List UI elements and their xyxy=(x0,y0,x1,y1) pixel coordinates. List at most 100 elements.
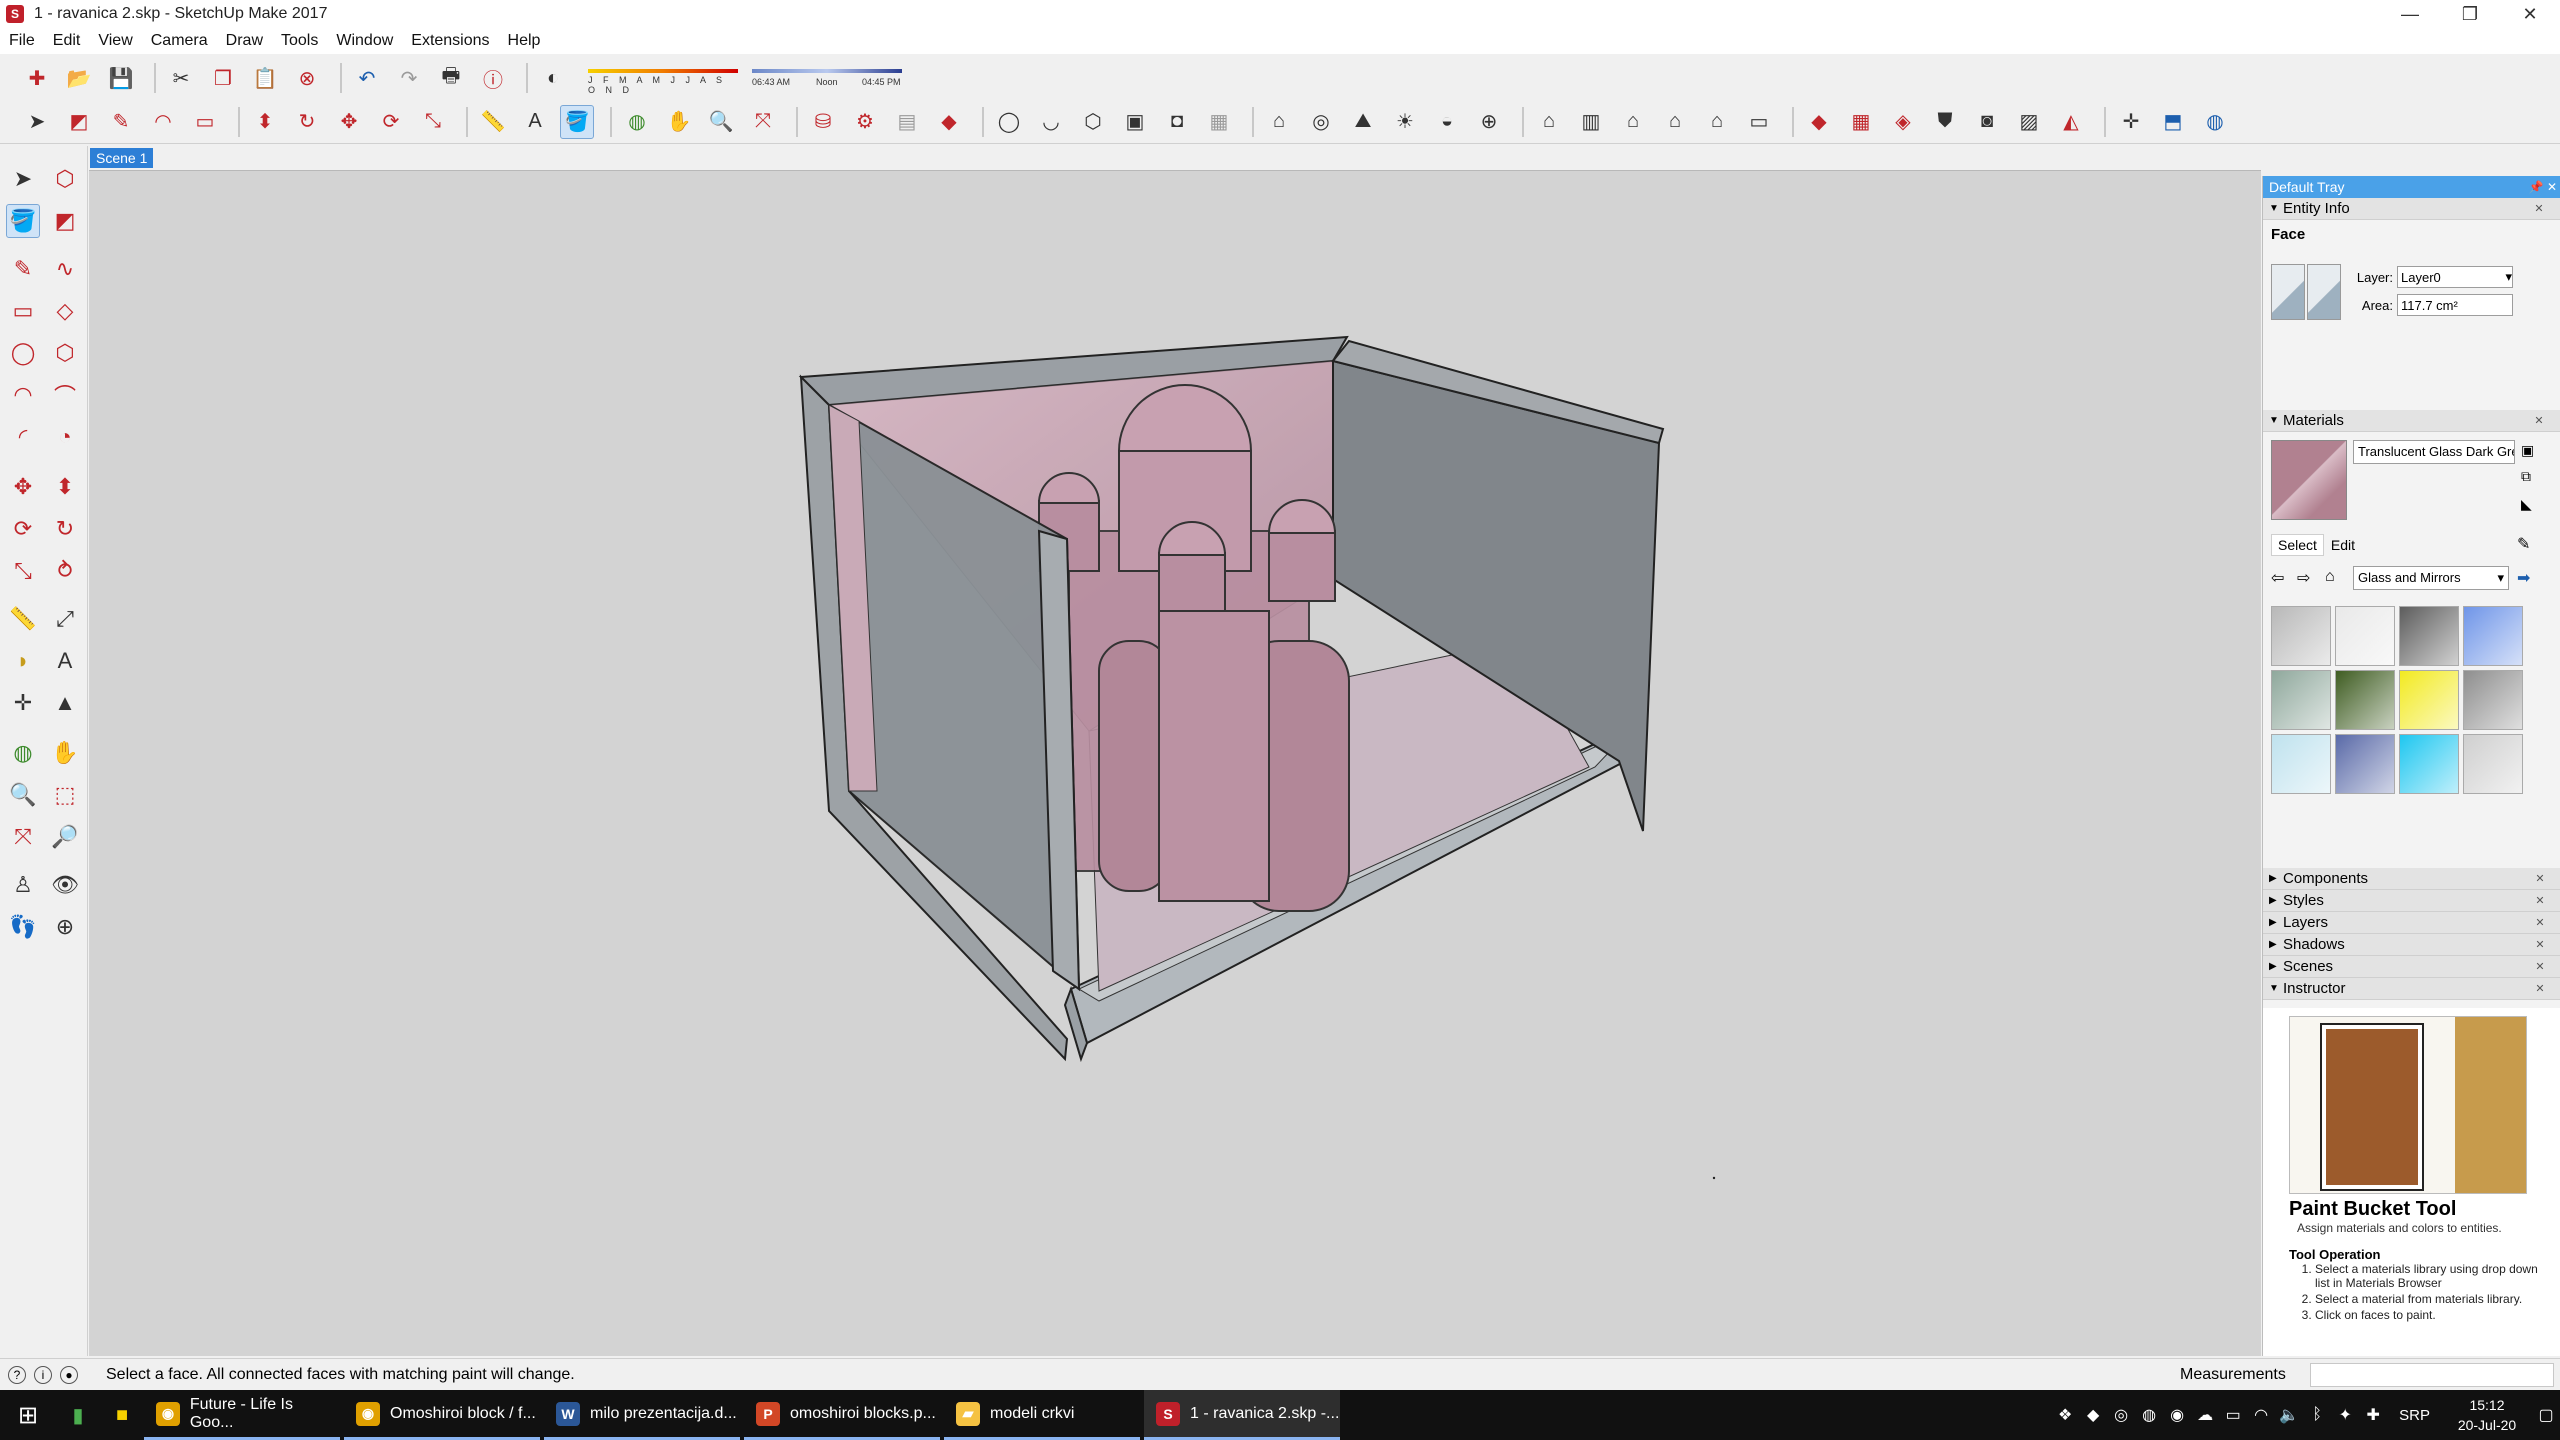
menu-tools[interactable]: Tools xyxy=(272,32,327,50)
smoove-icon[interactable]: ◈ xyxy=(1886,105,1920,139)
menu-view[interactable]: View xyxy=(89,32,141,50)
user-icon[interactable]: ● xyxy=(60,1365,78,1384)
material-swatch[interactable] xyxy=(2399,670,2459,730)
select-tool-icon[interactable]: ➤ xyxy=(6,162,40,196)
move-tool-icon[interactable]: ✥ xyxy=(6,470,40,504)
sample-paint-icon[interactable]: ◣ xyxy=(2521,496,2532,513)
language-indicator[interactable]: SRP xyxy=(2399,1407,2430,1424)
antivirus-icon[interactable]: ✚ xyxy=(2359,1405,2387,1425)
back-arrow-icon[interactable]: ⇦ xyxy=(2271,568,2284,588)
left-view-icon[interactable]: ▭ xyxy=(1742,105,1776,139)
text-tool-icon[interactable]: A xyxy=(518,105,552,139)
position-camera-icon[interactable]: ⛰ xyxy=(1346,105,1380,139)
panel-close-icon[interactable]: ✕ xyxy=(2532,201,2546,215)
orbit-tool-icon[interactable]: ◍ xyxy=(6,736,40,770)
panel-close-icon[interactable]: ✕ xyxy=(2533,981,2547,995)
task-view-icon[interactable]: ▮ xyxy=(56,1390,100,1440)
axes-icon[interactable]: ✛ xyxy=(2114,105,2148,139)
zoom-tool-icon[interactable]: 🔍 xyxy=(704,105,738,139)
open-file-icon[interactable]: 📂 xyxy=(62,61,96,95)
paste-icon[interactable]: 📋 xyxy=(248,61,282,95)
freehand-tool-icon[interactable]: ∿ xyxy=(48,252,82,286)
rotate-tool-icon[interactable]: ⟳ xyxy=(6,512,40,546)
menu-camera[interactable]: Camera xyxy=(142,32,217,50)
axes-tool-icon[interactable]: ✛ xyxy=(6,686,40,720)
menu-extensions[interactable]: Extensions xyxy=(402,32,498,50)
send-to-layout-icon[interactable]: ▤ xyxy=(890,105,924,139)
push-pull-tool-icon[interactable]: ⬍ xyxy=(248,105,282,139)
three-point-arc-icon[interactable]: ◜ xyxy=(6,420,40,454)
back-view-icon[interactable]: ⌂ xyxy=(1700,105,1734,139)
shaded-with-textures-icon[interactable]: ▦ xyxy=(1202,105,1236,139)
components-header[interactable]: ▶ Components ✕ xyxy=(2263,868,2560,890)
3d-warehouse-icon[interactable]: ⛁ xyxy=(806,105,840,139)
sticky-notes-icon[interactable]: ■ xyxy=(100,1390,144,1440)
materials-header[interactable]: ▼ Materials ✕ xyxy=(2263,410,2560,432)
battery-icon[interactable]: ▭ xyxy=(2219,1405,2247,1425)
sandbox-icon[interactable]: ⌂ xyxy=(1262,105,1296,139)
previous-view-icon[interactable]: 🔎 xyxy=(48,820,82,854)
material-swatch[interactable] xyxy=(2335,670,2395,730)
undo-icon[interactable]: ↶ xyxy=(350,61,384,95)
make-component-icon[interactable]: ⬡ xyxy=(48,162,82,196)
right-view-icon[interactable]: ⌂ xyxy=(1658,105,1692,139)
material-name-field[interactable]: Translucent Glass Dark Gre xyxy=(2353,440,2515,464)
taskbar-item[interactable]: ◉ Omoshiroi block / f... xyxy=(344,1390,540,1440)
create-material-icon[interactable]: ▣ xyxy=(2521,442,2534,459)
tab-select[interactable]: Select xyxy=(2271,534,2324,556)
section-plane-icon[interactable]: ◎ xyxy=(1304,105,1338,139)
dimension-tool-icon[interactable]: ⤢ xyxy=(48,602,82,636)
material-swatch[interactable] xyxy=(2463,670,2523,730)
material-swatch[interactable] xyxy=(2271,670,2331,730)
rectangle-tool-icon[interactable]: ▭ xyxy=(188,105,222,139)
taskbar-item[interactable]: ◉ Future - Life Is Goo... xyxy=(144,1390,340,1440)
print-icon[interactable]: 🖶 xyxy=(434,61,468,95)
line-tool-icon[interactable]: ✎ xyxy=(104,105,138,139)
windows-start-icon[interactable]: ⊞ xyxy=(0,1390,56,1440)
tray-pin-icon[interactable]: 📌 xyxy=(2528,180,2544,194)
clock[interactable]: 15:12 20-Jul-20 xyxy=(2442,1395,2532,1435)
network-app-icon[interactable]: ◆ xyxy=(2079,1405,2107,1425)
polygon-tool-icon[interactable]: ⬡ xyxy=(48,336,82,370)
offset-tool-icon[interactable]: ⥁ xyxy=(48,554,82,588)
material-library-select[interactable]: Glass and Mirrors ▾ xyxy=(2353,566,2509,590)
move-tool-icon[interactable]: ✥ xyxy=(332,105,366,139)
panel-close-icon[interactable]: ✕ xyxy=(2533,915,2547,929)
measurements-input[interactable] xyxy=(2310,1363,2554,1387)
zoom-extents-icon[interactable]: ⤧ xyxy=(6,820,40,854)
panel-close-icon[interactable]: ✕ xyxy=(2533,893,2547,907)
cut-icon[interactable]: ✂ xyxy=(164,61,198,95)
credits-icon[interactable]: i xyxy=(34,1365,52,1384)
taskbar-item[interactable]: P omoshiroi blocks.p... xyxy=(744,1390,940,1440)
save-icon[interactable]: 💾 xyxy=(104,61,138,95)
scenes-header[interactable]: ▶ Scenes ✕ xyxy=(2263,956,2560,978)
menu-help[interactable]: Help xyxy=(499,32,550,50)
layers-header[interactable]: ▶ Layers ✕ xyxy=(2263,912,2560,934)
back-edges-style-icon[interactable]: ◡ xyxy=(1034,105,1068,139)
tray-close-icon[interactable]: ✕ xyxy=(2544,180,2560,194)
material-swatch[interactable] xyxy=(2271,734,2331,794)
walk-icon[interactable]: ☀ xyxy=(1388,105,1422,139)
viber-icon[interactable]: ◎ xyxy=(2107,1405,2135,1425)
instructor-header[interactable]: ▼ Instructor ✕ xyxy=(2263,978,2560,1000)
forward-arrow-icon[interactable]: ⇨ xyxy=(2297,568,2310,588)
wifi-icon[interactable]: ◠ xyxy=(2247,1405,2275,1425)
new-file-icon[interactable]: ✚ xyxy=(20,61,54,95)
back-face-material-swatch[interactable] xyxy=(2307,264,2341,320)
circle-tool-icon[interactable]: ◯ xyxy=(6,336,40,370)
model-info-icon[interactable]: ⓘ xyxy=(476,61,510,95)
scale-tool-icon[interactable]: ⤡ xyxy=(6,554,40,588)
material-swatch[interactable] xyxy=(2335,734,2395,794)
material-swatch[interactable] xyxy=(2399,734,2459,794)
home-icon[interactable]: ⌂ xyxy=(2325,568,2335,586)
paint-bucket-tool-icon[interactable]: 🪣 xyxy=(560,104,594,139)
eraser-tool-icon[interactable]: ◩ xyxy=(62,105,96,139)
material-swatch[interactable] xyxy=(2271,606,2331,666)
material-swatch[interactable] xyxy=(2335,606,2395,666)
eyedropper-icon[interactable]: ✎ xyxy=(2517,534,2530,554)
extension-warehouse-icon[interactable]: ⚙ xyxy=(848,105,882,139)
chrome-tray-icon[interactable]: ◉ xyxy=(2163,1405,2191,1425)
cloud-icon[interactable]: ☁ xyxy=(2191,1405,2219,1425)
taskbar-item-active[interactable]: S 1 - ravanica 2.skp -... xyxy=(1144,1390,1340,1440)
menu-window[interactable]: Window xyxy=(327,32,402,50)
